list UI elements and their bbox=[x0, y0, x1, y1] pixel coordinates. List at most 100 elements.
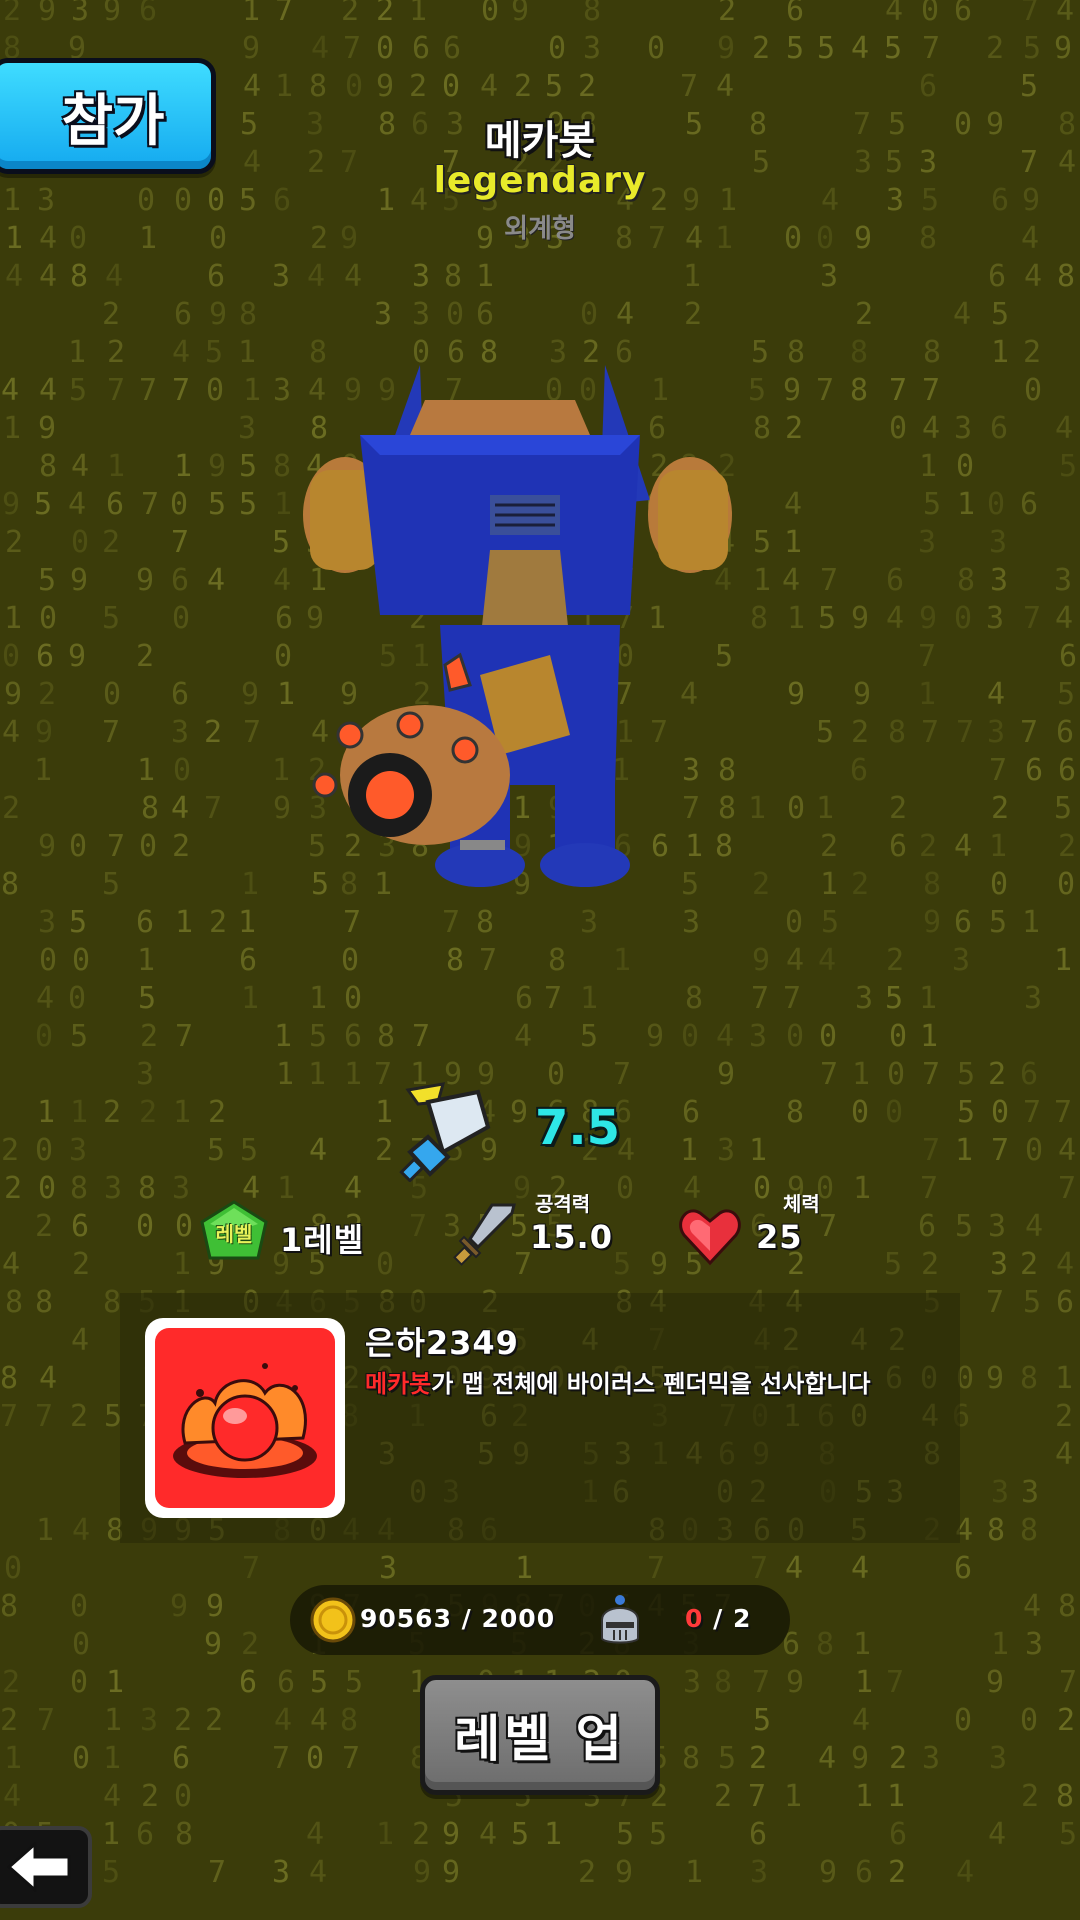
level-up-button[interactable]: 레벨 업 bbox=[420, 1675, 660, 1795]
svg-text:9: 9 bbox=[511, 0, 529, 28]
svg-text:6: 6 bbox=[954, 905, 972, 940]
svg-text:1: 1 bbox=[344, 1057, 362, 1092]
svg-text:9: 9 bbox=[208, 449, 226, 484]
svg-text:8: 8 bbox=[1, 867, 19, 902]
svg-text:2: 2 bbox=[714, 1779, 732, 1814]
svg-text:9: 9 bbox=[241, 677, 259, 712]
svg-text:1: 1 bbox=[137, 943, 155, 978]
svg-text:7: 7 bbox=[343, 905, 361, 940]
svg-text:9: 9 bbox=[717, 31, 735, 66]
svg-text:9: 9 bbox=[38, 829, 56, 864]
svg-text:4: 4 bbox=[2, 715, 20, 750]
svg-text:2: 2 bbox=[919, 829, 937, 864]
svg-text:9: 9 bbox=[38, 411, 56, 446]
svg-text:5: 5 bbox=[1059, 449, 1077, 484]
svg-text:0: 0 bbox=[345, 69, 363, 104]
svg-text:4: 4 bbox=[479, 1817, 497, 1852]
svg-text:6: 6 bbox=[174, 297, 192, 332]
svg-text:1: 1 bbox=[274, 1019, 292, 1054]
svg-text:4: 4 bbox=[782, 563, 800, 598]
svg-text:9: 9 bbox=[851, 1741, 869, 1776]
svg-text:4: 4 bbox=[72, 1513, 90, 1548]
svg-text:2: 2 bbox=[208, 1095, 226, 1130]
svg-text:5: 5 bbox=[884, 1247, 902, 1282]
svg-text:9: 9 bbox=[986, 107, 1004, 142]
svg-text:6: 6 bbox=[682, 1095, 700, 1130]
svg-text:3: 3 bbox=[682, 905, 700, 940]
svg-text:2: 2 bbox=[1055, 1399, 1073, 1434]
svg-text:2: 2 bbox=[578, 69, 596, 104]
svg-text:3: 3 bbox=[1054, 563, 1072, 598]
svg-text:7: 7 bbox=[204, 791, 222, 826]
svg-text:5: 5 bbox=[240, 1133, 258, 1168]
svg-text:5: 5 bbox=[1057, 677, 1075, 712]
svg-text:6: 6 bbox=[207, 259, 225, 294]
svg-text:9: 9 bbox=[442, 1817, 460, 1852]
svg-text:6: 6 bbox=[136, 905, 154, 940]
svg-text:4: 4 bbox=[683, 1171, 701, 1206]
svg-text:5: 5 bbox=[885, 981, 903, 1016]
svg-text:7: 7 bbox=[107, 373, 125, 408]
svg-text:1: 1 bbox=[103, 1741, 121, 1776]
svg-text:0: 0 bbox=[647, 31, 665, 66]
svg-text:7: 7 bbox=[342, 1741, 360, 1776]
svg-text:7: 7 bbox=[922, 1133, 940, 1168]
join-button[interactable]: 참가 bbox=[0, 58, 216, 174]
svg-text:7: 7 bbox=[752, 1665, 770, 1700]
svg-text:9: 9 bbox=[4, 677, 22, 712]
svg-text:0: 0 bbox=[954, 1703, 972, 1738]
svg-text:4: 4 bbox=[922, 411, 940, 446]
svg-text:1: 1 bbox=[5, 221, 23, 256]
svg-text:1: 1 bbox=[3, 411, 21, 446]
svg-text:4: 4 bbox=[1055, 1437, 1073, 1472]
svg-text:4: 4 bbox=[172, 335, 190, 370]
svg-text:7: 7 bbox=[1023, 1095, 1041, 1130]
svg-text:5: 5 bbox=[207, 1133, 225, 1168]
svg-text:1: 1 bbox=[102, 1817, 120, 1852]
svg-text:9: 9 bbox=[376, 69, 394, 104]
svg-text:3: 3 bbox=[38, 905, 56, 940]
svg-text:3: 3 bbox=[991, 1475, 1009, 1510]
svg-text:5: 5 bbox=[957, 1057, 975, 1092]
svg-text:1: 1 bbox=[277, 1171, 295, 1206]
svg-text:4: 4 bbox=[243, 69, 261, 104]
svg-text:1: 1 bbox=[544, 1817, 562, 1852]
svg-text:1: 1 bbox=[243, 373, 261, 408]
svg-text:6: 6 bbox=[855, 1855, 873, 1890]
svg-text:4: 4 bbox=[716, 69, 734, 104]
svg-text:9: 9 bbox=[851, 601, 869, 636]
svg-text:6: 6 bbox=[275, 601, 293, 636]
svg-text:1: 1 bbox=[308, 1057, 326, 1092]
svg-text:1: 1 bbox=[683, 259, 701, 294]
mechabot-character[interactable] bbox=[300, 355, 740, 900]
skill-thumbnail[interactable] bbox=[145, 1318, 345, 1518]
svg-text:6: 6 bbox=[954, 1551, 972, 1586]
svg-text:4: 4 bbox=[616, 297, 634, 332]
character-name: 메카봇 bbox=[484, 118, 596, 164]
svg-text:7: 7 bbox=[820, 563, 838, 598]
svg-text:5: 5 bbox=[1059, 1817, 1077, 1852]
svg-text:3: 3 bbox=[140, 1703, 158, 1738]
svg-text:3: 3 bbox=[886, 183, 904, 218]
svg-text:3: 3 bbox=[306, 107, 324, 142]
svg-text:2: 2 bbox=[0, 1703, 18, 1738]
svg-text:5: 5 bbox=[208, 487, 226, 522]
svg-text:9: 9 bbox=[442, 1855, 460, 1890]
svg-text:8: 8 bbox=[714, 1665, 732, 1700]
svg-text:5: 5 bbox=[102, 867, 120, 902]
svg-text:3: 3 bbox=[918, 525, 936, 560]
svg-text:5: 5 bbox=[991, 297, 1009, 332]
svg-text:0: 0 bbox=[954, 107, 972, 142]
svg-text:7: 7 bbox=[139, 373, 157, 408]
svg-text:4: 4 bbox=[274, 1703, 292, 1738]
svg-text:3: 3 bbox=[412, 297, 430, 332]
svg-text:2: 2 bbox=[1023, 335, 1041, 370]
svg-text:8: 8 bbox=[749, 107, 767, 142]
svg-text:2: 2 bbox=[886, 943, 904, 978]
svg-text:2: 2 bbox=[205, 1703, 223, 1738]
svg-text:9: 9 bbox=[1022, 183, 1040, 218]
back-button[interactable] bbox=[0, 1826, 92, 1908]
svg-text:9: 9 bbox=[923, 905, 941, 940]
svg-text:1: 1 bbox=[1022, 905, 1040, 940]
svg-text:0: 0 bbox=[103, 677, 121, 712]
